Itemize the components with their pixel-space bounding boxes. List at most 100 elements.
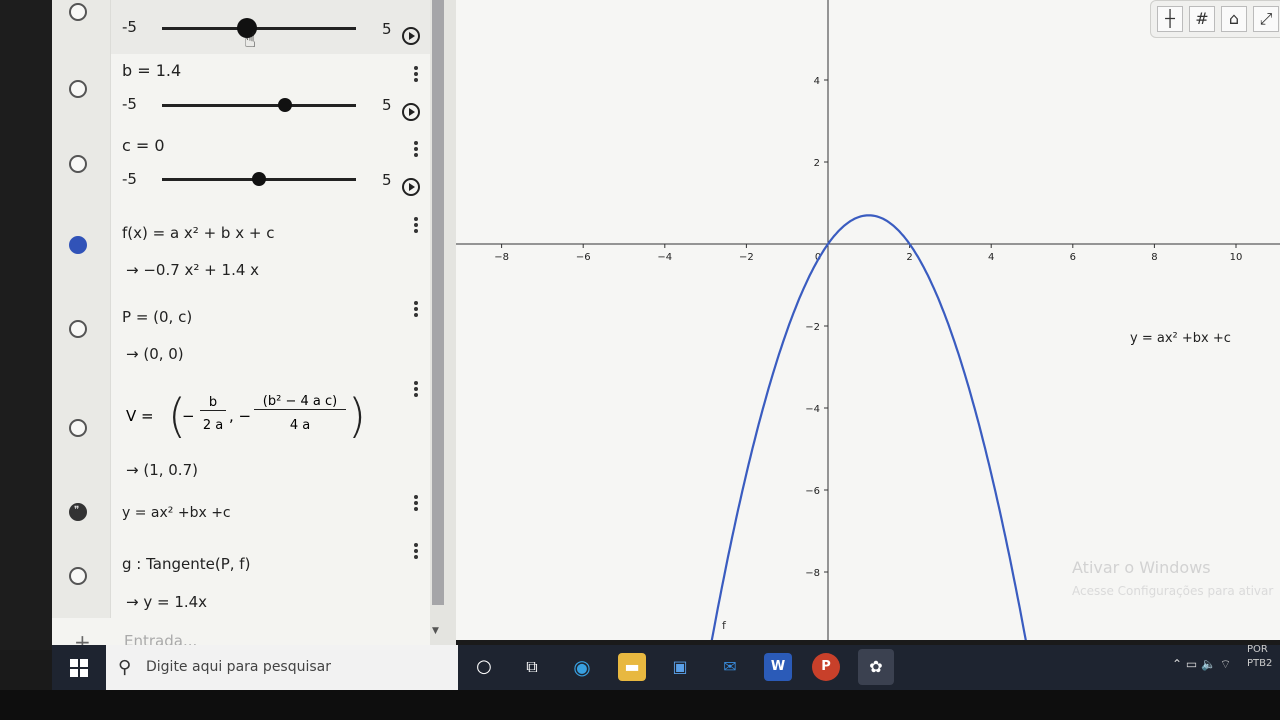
y-tick-label: 2 (814, 158, 820, 169)
slider-min: -5 (122, 170, 137, 188)
play-icon[interactable] (402, 178, 420, 196)
visibility-toggle[interactable] (69, 236, 87, 254)
file-explorer-icon[interactable]: ▬ (618, 653, 646, 681)
fraction-denominator: 4 a (289, 418, 311, 433)
text-visibility-icon[interactable] (69, 503, 87, 521)
taskbar-search[interactable]: ⚲ Digite aqui para pesquisar (106, 645, 458, 690)
geogebra-icon[interactable]: ✿ (858, 649, 894, 685)
visibility-toggle[interactable] (69, 3, 87, 21)
scrollbar-thumb[interactable] (432, 0, 444, 605)
slider-knob[interactable] (278, 98, 292, 112)
parabola-curve (710, 214, 1027, 640)
x-tick-label: 2 (906, 252, 912, 263)
x-tick-label: −2 (739, 252, 754, 263)
axes-toggle-icon[interactable]: ┼ (1157, 6, 1183, 32)
word-icon[interactable]: W (764, 653, 792, 681)
algebra-row-tangent-g[interactable]: g : Tangente(P, f) → y = 1.4x (52, 535, 430, 619)
slider-label: b = 1.4 (122, 61, 182, 80)
function-definition[interactable]: f(x) = a x² + b x + c (122, 224, 274, 242)
windows-start-icon[interactable] (70, 659, 88, 677)
point-output: → (0, 0) (126, 345, 184, 363)
algebra-row-slider-b[interactable]: b = 1.4 -5 5 (52, 54, 430, 130)
language-code: POR (1247, 644, 1268, 655)
screen-bezel-bottom (0, 690, 1280, 720)
edge-icon[interactable]: ◉ (568, 653, 596, 681)
comma: , − (229, 407, 252, 425)
more-options-icon[interactable] (414, 541, 418, 561)
graphics-toolbar: ┼ # ⌂ ⤢ (1150, 0, 1280, 38)
powerpoint-icon[interactable]: P (812, 653, 840, 681)
volume-icon[interactable]: 🔈 (1201, 657, 1216, 671)
keyboard-code: PTB2 (1247, 658, 1273, 669)
function-output: → −0.7 x² + 1.4 x (126, 261, 260, 279)
screen: -5 5 ☝ b = 1.4 -5 5 c = 0 -5 5 f(x) = a … (0, 0, 1280, 720)
fullscreen-icon[interactable]: ⤢ (1253, 6, 1279, 32)
x-tick-label: 8 (1151, 252, 1157, 263)
x-tick-label: 4 (988, 252, 994, 263)
more-options-icon[interactable] (414, 299, 418, 319)
y-tick-label: 4 (814, 76, 820, 87)
x-tick-label: −8 (494, 252, 509, 263)
graph-canvas[interactable]: −8 −6 −4 −2 0 2 4 6 8 1042−2−4−6−8 (456, 0, 1280, 640)
taskbar: ⚲ Digite aqui para pesquisar ○ ⧉ ◉ ▬ ▣ ✉… (52, 643, 1280, 690)
hand-cursor-icon: ☝ (244, 28, 257, 52)
visibility-toggle[interactable] (69, 320, 87, 338)
tangent-definition[interactable]: g : Tangente(P, f) (122, 555, 250, 573)
point-definition[interactable]: P = (0, c) (122, 308, 192, 326)
slider-track[interactable] (162, 98, 356, 112)
y-tick-label: −2 (805, 322, 820, 333)
slider-max: 5 (382, 96, 392, 114)
task-view-icon[interactable]: ⧉ (518, 653, 546, 681)
algebra-row-point-v[interactable]: V = ( − b 2 a , − (b² − 4 a c) 4 a ) → (… (52, 371, 430, 488)
more-options-icon[interactable] (414, 64, 418, 84)
system-tray[interactable]: ⌃ ▭ 🔈 ⌔ (1172, 657, 1231, 672)
x-tick-label: 6 (1070, 252, 1076, 263)
algebra-row-slider-c[interactable]: c = 0 -5 5 (52, 129, 430, 206)
visibility-toggle[interactable] (69, 155, 87, 173)
x-tick-label: −4 (657, 252, 672, 263)
slider-knob[interactable] (252, 172, 266, 186)
curve-label: f (722, 619, 726, 632)
algebra-row-slider-a[interactable]: -5 5 ☝ (52, 0, 430, 55)
visibility-toggle[interactable] (69, 419, 87, 437)
mail-icon[interactable]: ✉ (716, 653, 744, 681)
more-options-icon[interactable] (414, 215, 418, 235)
play-icon[interactable] (402, 27, 420, 45)
home-icon[interactable]: ⌂ (1221, 6, 1247, 32)
slider-max: 5 (382, 20, 392, 38)
slider-max: 5 (382, 171, 392, 189)
graph-text-label[interactable]: y = ax² +bx +c (1130, 331, 1231, 346)
algebra-row-point-p[interactable]: P = (0, c) → (0, 0) (52, 291, 430, 372)
chevron-up-icon[interactable]: ⌃ (1172, 657, 1182, 671)
visibility-toggle[interactable] (69, 567, 87, 585)
play-icon[interactable] (402, 103, 420, 121)
slider-track[interactable] (162, 172, 356, 186)
store-icon[interactable]: ▣ (666, 653, 694, 681)
screen-bezel (0, 0, 52, 650)
slider-min: -5 (122, 95, 137, 113)
visibility-toggle[interactable] (69, 80, 87, 98)
search-placeholder[interactable]: Digite aqui para pesquisar (146, 659, 331, 675)
text-definition[interactable]: y = ax² +bx +c (122, 505, 231, 521)
point-output: → (1, 0.7) (126, 461, 198, 479)
battery-icon[interactable]: ▭ (1186, 657, 1197, 671)
language-indicator[interactable]: POR PTB2 (1247, 643, 1272, 671)
cortana-icon[interactable]: ○ (470, 653, 498, 681)
graphics-view[interactable]: −8 −6 −4 −2 0 2 4 6 8 10 4 2 −2 −4 −6 −8 ┼ # ⌂ ⤢ y = ax… (456, 0, 1280, 640)
more-options-icon[interactable] (414, 493, 418, 513)
algebra-row-function-f[interactable]: f(x) = a x² + b x + c → −0.7 x² + 1.4 x (52, 205, 430, 292)
algebra-row-text[interactable]: y = ax² +bx +c (52, 487, 430, 536)
wifi-icon[interactable]: ⌔ (1220, 657, 1231, 671)
more-options-icon[interactable] (414, 139, 418, 159)
y-tick-label: −4 (805, 404, 820, 415)
y-tick-label: −6 (805, 486, 820, 497)
search-icon: ⚲ (118, 657, 132, 678)
slider-track[interactable] (162, 18, 356, 38)
scroll-down-icon[interactable]: ▼ (432, 626, 439, 636)
tangent-output: → y = 1.4x (126, 593, 208, 611)
x-tick-label: 10 (1230, 252, 1243, 263)
grid-toggle-icon[interactable]: # (1189, 6, 1215, 32)
windows-activation-title: Ativar o Windows (1072, 558, 1211, 577)
algebra-view: -5 5 ☝ b = 1.4 -5 5 c = 0 -5 5 f(x) = a … (52, 0, 430, 650)
vertex-formula[interactable]: V = ( − b 2 a , − (b² − 4 a c) 4 a ) (126, 391, 416, 447)
